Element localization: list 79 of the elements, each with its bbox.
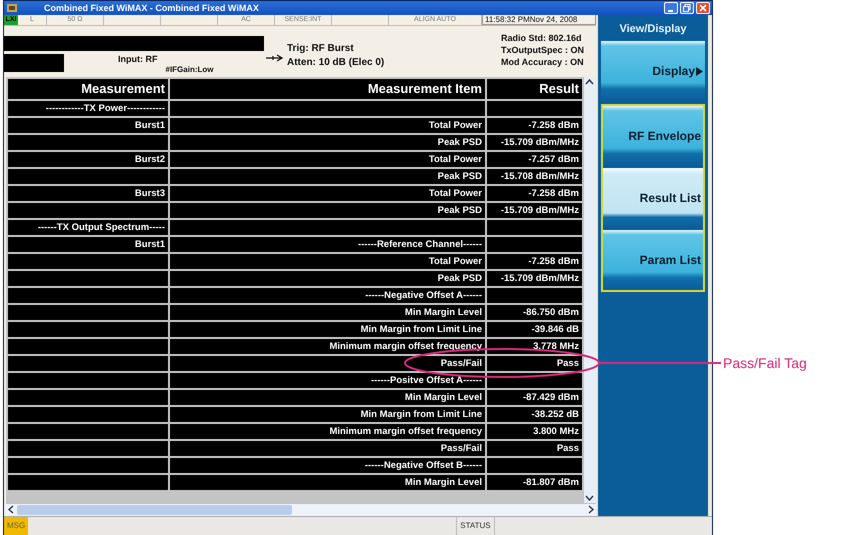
table-cell: Min Margin from Limit Line (170, 407, 485, 422)
softkey[interactable]: RF Envelope (603, 106, 703, 166)
table-cell: Minimum margin offset frequency (170, 339, 485, 354)
restore-icon (683, 4, 691, 12)
table-cell: Burst1 (8, 118, 168, 133)
table-cell: Burst3 (8, 186, 168, 201)
table-cell: -38.252 dB (487, 407, 582, 422)
status-indicator: STATUS (456, 517, 495, 535)
submenu-arrow-icon (696, 66, 703, 76)
table-cell: ------Positve Offset A------ (170, 373, 485, 388)
table-cell: Peak PSD (170, 203, 485, 218)
timestamp: 11:58:32 PMNov 24, 2008 (482, 15, 596, 25)
table-cell: Min Margin from Limit Line (170, 322, 485, 337)
input-label: Input: RF (118, 54, 158, 66)
table-cell: -7.258 dBm (487, 118, 582, 133)
table-cell: -15.709 dBm/MHz (487, 135, 582, 150)
setting-label: Radio Std: 802.16d (501, 33, 583, 43)
table-cell: ------TX Output Spectrum----- (8, 220, 168, 235)
table-cell: -7.258 dBm (487, 186, 582, 201)
table-cell: -81.807 dBm (487, 475, 582, 490)
table-cell: Peak PSD (170, 135, 485, 150)
table-cell: Min Margin Level (170, 475, 485, 490)
vertical-scrollbar[interactable] (583, 77, 596, 503)
table-cell: -15.708 dBm/MHz (487, 169, 582, 184)
attenuation-label: Atten: 10 dB (Elec 0) (287, 57, 386, 68)
table-cell: -39.846 dB (487, 322, 582, 337)
minimize-button[interactable] (664, 2, 678, 14)
table-cell: -15.709 dBm/MHz (487, 203, 582, 218)
message-indicator: MSG (4, 517, 28, 535)
table-cell: Burst1 (8, 237, 168, 252)
scroll-down-icon (584, 493, 596, 503)
window-title: Combined Fixed WiMAX - Combined Fixed WiMAX (44, 3, 260, 13)
table-cell: -87.429 dBm (487, 390, 582, 405)
menu-title: View/Display (618, 22, 688, 37)
table-cell: ------Negative Offset B------ (170, 458, 485, 473)
column-header: Measurement (8, 79, 168, 99)
table-cell: ------Reference Channel------ (170, 237, 485, 252)
scroll-left-icon (6, 504, 16, 515)
column-header: Result (487, 79, 582, 99)
scroll-right-icon (586, 504, 596, 515)
horizontal-scrollbar[interactable] (6, 503, 596, 516)
table-cell: Minimum margin offset frequency (170, 424, 485, 439)
table-cell: Peak PSD (170, 169, 485, 184)
table-cell: Total Power (170, 186, 485, 201)
table-cell: ------Negative Offset A------ (170, 288, 485, 303)
table-cell: Pass (487, 356, 582, 371)
restore-button[interactable] (680, 2, 694, 14)
table-cell: -15.709 dBm/MHz (487, 271, 582, 286)
table-cell: -86.750 dBm (487, 305, 582, 320)
scrollbar-thumb[interactable] (17, 505, 292, 515)
setting-label: Mod Accuracy : ON (501, 57, 584, 67)
table-cell: Peak PSD (170, 271, 485, 286)
softkey[interactable]: Result List (603, 168, 703, 228)
close-icon (699, 4, 707, 12)
table-cell: -7.257 dBm (487, 152, 582, 167)
table-cell: Min Margin Level (170, 390, 485, 405)
softkey[interactable]: Display (601, 41, 705, 101)
app-icon (6, 2, 18, 14)
softkey[interactable]: Param List (603, 230, 703, 290)
table-cell: Min Margin Level (170, 305, 485, 320)
table-cell: Pass (487, 441, 582, 456)
if-gain-label: #IFGain:Low (166, 65, 214, 74)
redacted-bar (4, 54, 64, 72)
table-cell: Total Power (170, 254, 485, 269)
table-cell: Pass/Fail (170, 356, 485, 371)
table-cell: -7.258 dBm (487, 254, 582, 269)
trigger-label: Trig: RF Burst (287, 43, 355, 54)
callout-label: Pass/Fail Tag (723, 355, 807, 371)
column-header: Measurement Item (170, 79, 485, 99)
table-cell: ------------TX Power------------ (8, 101, 168, 116)
table-cell: Total Power (170, 152, 485, 167)
trigger-arrow-icon (266, 54, 283, 62)
table-cell: Pass/Fail (170, 441, 485, 456)
scroll-up-icon (584, 77, 596, 87)
table-cell: Burst2 (8, 152, 168, 167)
table-cell: Total Power (170, 118, 485, 133)
table-cell: 3.800 MHz (487, 424, 582, 439)
setting-label: TxOutputSpec : ON (501, 45, 584, 55)
close-button[interactable] (696, 2, 710, 14)
